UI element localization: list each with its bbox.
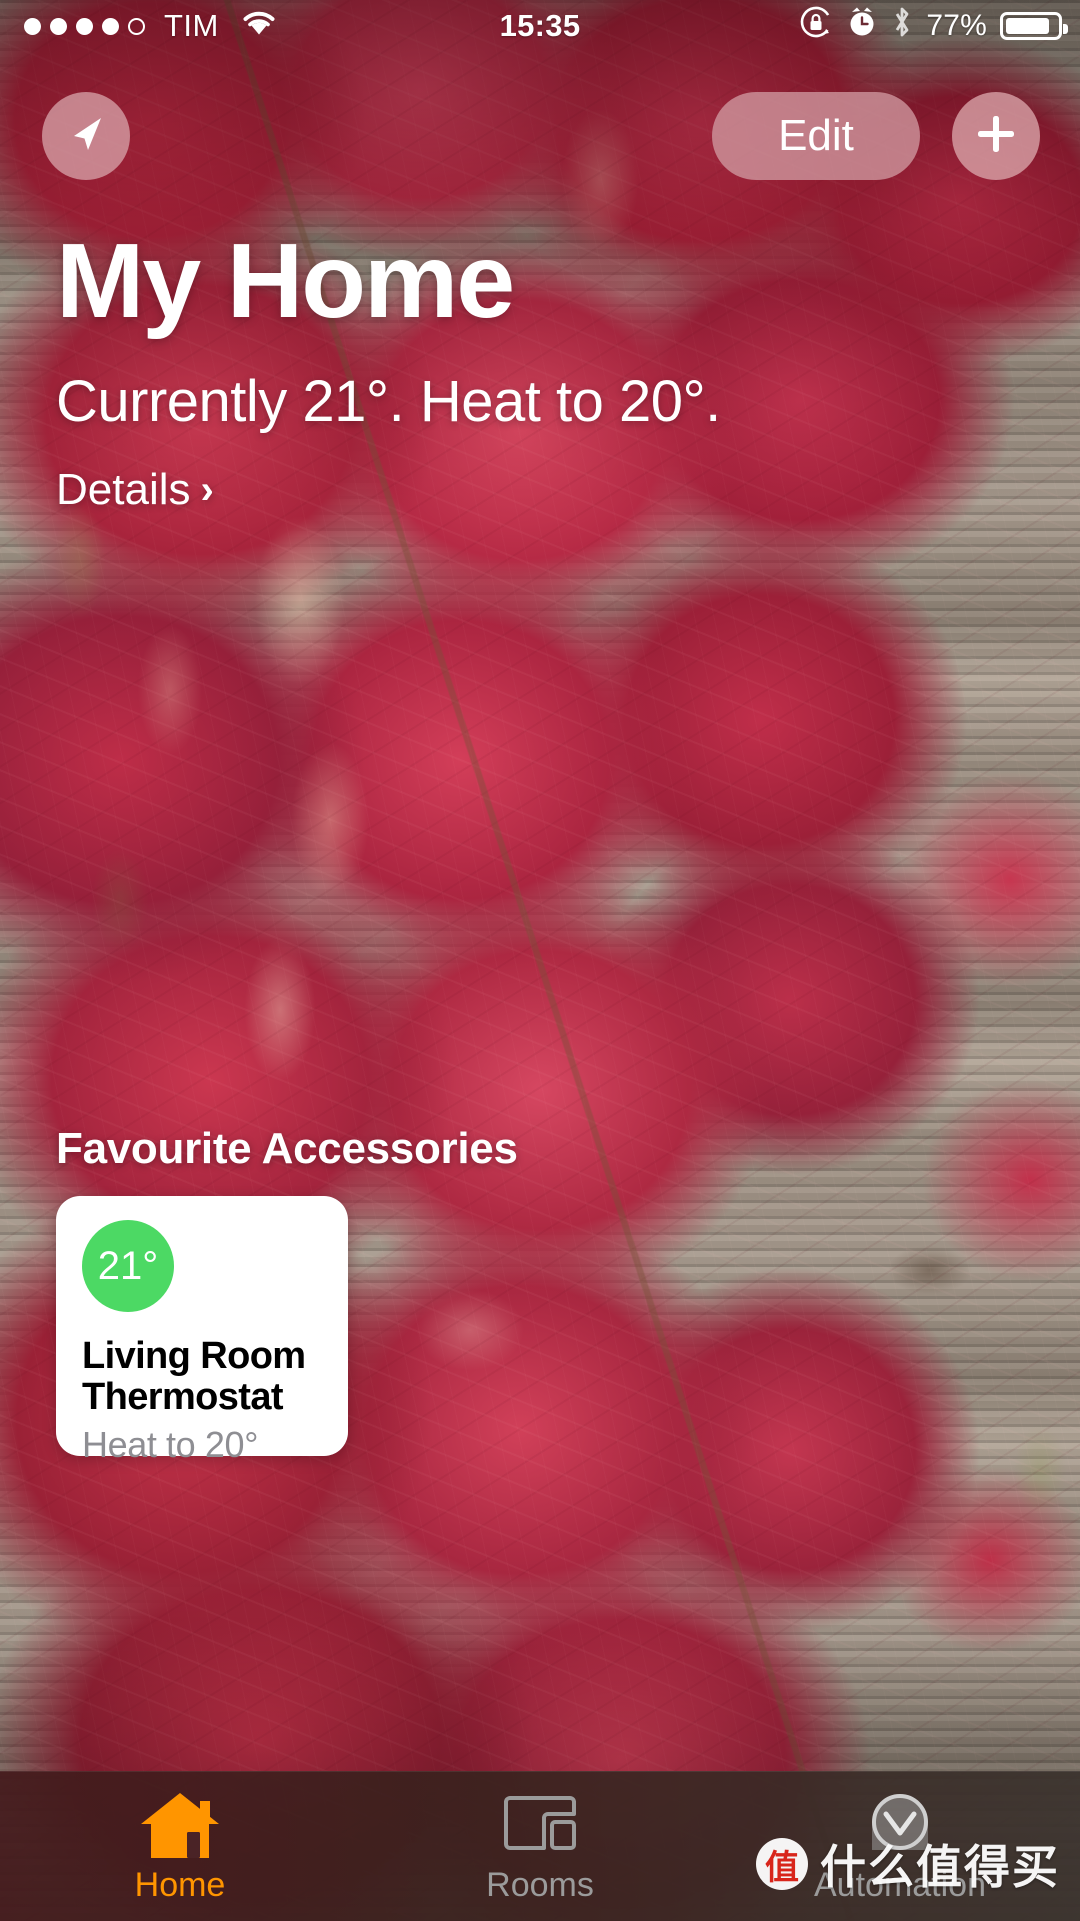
house-icon [137,1788,223,1862]
edit-button[interactable]: Edit [712,92,920,180]
location-arrow-icon [61,109,111,164]
details-link-label: Details [56,465,191,514]
accessory-card-living-room-thermostat[interactable]: 21° Living Room Thermostat Heat to 20° [56,1196,348,1465]
accessory-state: Heat to 20° [82,1424,259,1466]
page-title: My Home [56,222,515,340]
home-headline: My Home Currently 21°. Heat to 20°. Deta… [56,228,1050,515]
tab-home-label: Home [134,1866,226,1904]
add-accessory-button[interactable] [952,92,1040,180]
location-button[interactable] [42,92,130,180]
tab-home[interactable]: Home [0,1772,360,1905]
chevron-right-icon: › [200,467,214,512]
status-bar-clock: 15:35 [499,8,581,43]
status-bar: TIM 15:35 77% [0,0,1080,52]
battery-icon [1000,12,1068,40]
accessory-name: Living Room Thermostat [82,1335,306,1419]
home-app-screen: TIM 15:35 77% Edit My Home Currently 21°… [0,0,1080,1921]
accessory-badge-value: 21° [97,1243,159,1288]
battery-fill [1006,18,1050,34]
favourite-accessories-heading: Favourite Accessories [56,1124,518,1173]
accessory-status-badge: 21° [82,1220,174,1312]
edit-button-label: Edit [778,111,854,160]
rooms-icon [502,1788,578,1862]
tab-rooms-label: Rooms [486,1866,594,1904]
tab-rooms[interactable]: Rooms [360,1772,720,1905]
watermark-text: 什么值得买 [820,1840,1060,1894]
details-link[interactable]: Details › [56,465,214,515]
watermark-logo-icon: 值 [756,1838,808,1890]
home-status-line: Currently 21°. Heat to 20°. [56,369,721,434]
plus-icon [973,111,1019,162]
watermark: 值 什么值得买 [756,1831,1060,1897]
